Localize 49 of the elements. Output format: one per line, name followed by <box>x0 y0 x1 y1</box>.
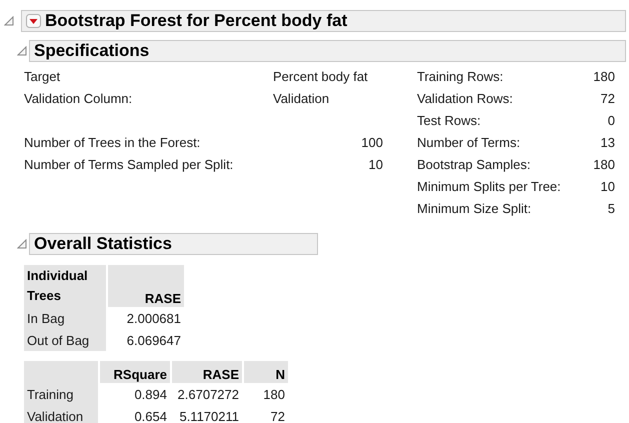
spec-value: 180 <box>592 68 615 84</box>
spec-value: Percent body fat <box>273 68 369 84</box>
table-cell-text: 0.654 <box>133 408 168 423</box>
spec-value: 180 <box>592 156 615 172</box>
disclosure-triangle-icon[interactable] <box>17 239 27 249</box>
spec-value: 72 <box>600 90 615 106</box>
row-label: Training <box>24 383 98 405</box>
row-label: In Bag <box>24 307 106 329</box>
spec-label: Minimum Size Split: <box>417 200 532 216</box>
spec-value: 100 <box>360 134 383 150</box>
column-header: N <box>244 361 288 383</box>
column-header: RASE <box>172 361 242 383</box>
column-header: RSquare <box>100 361 170 383</box>
table-cell-text: 2.000681 <box>126 310 182 328</box>
spec-label: Validation Rows: <box>417 90 514 106</box>
table-cell-text: 180 <box>262 386 286 404</box>
spec-label: Training Rows: <box>417 68 504 84</box>
row-label: Out of Bag <box>24 329 106 351</box>
spec-label: Test Rows: <box>417 112 482 128</box>
disclosure-triangle-icon[interactable] <box>17 46 27 56</box>
spec-value: 0 <box>606 112 615 128</box>
spec-label: Number of Terms Sampled per Split: <box>24 156 234 172</box>
spec-value: 10 <box>600 178 615 194</box>
column-header: Individual Trees <box>24 265 106 307</box>
outline-title: Bootstrap Forest for Percent body fat <box>45 11 348 31</box>
spec-label: Number of Terms: <box>417 134 522 150</box>
table-cell-text: 6.069647 <box>126 332 182 350</box>
outline-header[interactable]: Overall Statistics <box>29 233 318 255</box>
spec-value: 10 <box>368 156 383 172</box>
spec-label: Validation Column: <box>24 90 134 106</box>
column-header: RASE <box>108 265 184 307</box>
disclosure-triangle-icon[interactable] <box>4 16 14 26</box>
spec-value: 5 <box>606 200 615 216</box>
spec-label: Minimum Splits per Tree: <box>417 178 562 194</box>
outline-header[interactable]: Specifications <box>29 40 626 62</box>
outline-header[interactable]: Bootstrap Forest for Percent body fat <box>21 10 626 32</box>
spec-label: Target <box>24 68 62 84</box>
spec-value: Validation <box>273 90 330 106</box>
table-cell-text: 0.894 <box>133 386 168 404</box>
outline-title: Overall Statistics <box>34 234 172 254</box>
spec-label: Number of Trees in the Forest: <box>24 134 202 150</box>
dropdown-menu-icon[interactable] <box>26 14 41 28</box>
outline-title: Specifications <box>34 41 150 61</box>
spec-value: 13 <box>600 134 615 150</box>
table-cell-text: 2.6707272 <box>176 386 240 404</box>
row-label: Validation <box>24 405 98 423</box>
table-cell-text: 5.1170211 <box>178 408 240 423</box>
spec-label: Bootstrap Samples: <box>417 156 532 172</box>
table-cell-text: 72 <box>270 408 286 423</box>
